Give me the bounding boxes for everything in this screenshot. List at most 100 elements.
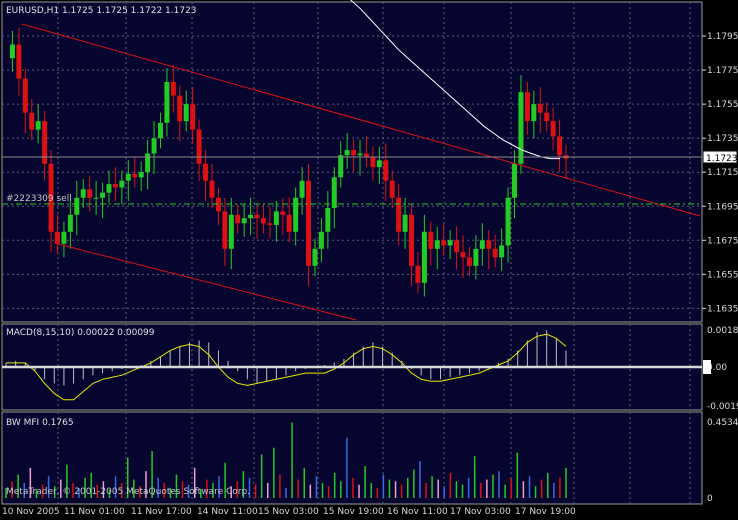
y-tick-label: 1.1735	[707, 134, 738, 144]
candle-body	[396, 197, 402, 232]
candle-body	[203, 163, 209, 181]
candle-body	[537, 104, 543, 113]
candle-body	[93, 197, 99, 199]
candle-body	[550, 121, 556, 137]
candle-body	[344, 150, 350, 156]
y-tick-label: 1.1655	[707, 270, 738, 280]
candle-body	[74, 197, 80, 215]
candle-body	[518, 92, 524, 164]
x-tick-label: 14 Nov 11:00	[197, 507, 258, 516]
candle-body	[54, 231, 60, 244]
candle-body	[183, 104, 189, 122]
macd-y-tick-label: 0.0018	[707, 326, 738, 336]
mfi-y-tick-label: 0.4534	[707, 418, 738, 428]
candle-body	[460, 252, 466, 258]
candle-body	[29, 112, 35, 130]
candle-body	[325, 207, 331, 232]
candle-body	[447, 240, 453, 246]
y-tick-label: 1.1715	[707, 168, 738, 178]
x-tick-label: 11 Nov 17:00	[131, 507, 192, 516]
candle-body	[100, 192, 106, 198]
candle-body	[499, 245, 505, 258]
candle-body	[267, 223, 273, 225]
candle-body	[376, 160, 382, 168]
candle-body	[235, 214, 241, 224]
candle-body	[67, 214, 73, 232]
candle-body	[157, 122, 163, 139]
x-tick-label: 15 Nov 19:00	[323, 507, 384, 516]
candle-body	[338, 155, 344, 178]
y-tick-label: 1.1695	[707, 202, 738, 212]
candle-body	[112, 184, 118, 188]
candle-body	[125, 173, 131, 181]
candle-body	[22, 78, 28, 113]
candle-body	[228, 214, 234, 249]
candle-body	[434, 240, 440, 249]
candle-body	[164, 82, 170, 123]
candle-body	[421, 231, 427, 283]
candle-body	[409, 214, 415, 266]
candle-body	[299, 180, 305, 198]
candle-body	[286, 214, 292, 232]
candle-body	[151, 138, 157, 154]
candle-body	[544, 112, 550, 122]
macd-zero-marker	[703, 360, 711, 374]
candle-body	[145, 153, 151, 173]
chart-canvas[interactable]: 10 Nov 2005 11 Nov 01:00 11 Nov 17:00 14 No…	[0, 0, 738, 517]
candle-body	[402, 214, 408, 232]
y-tick-label: 1.1795	[707, 32, 738, 42]
candle-body	[61, 231, 67, 244]
candle-body	[106, 184, 112, 193]
candle-body	[357, 153, 363, 156]
candle-body	[293, 197, 299, 232]
candle-body	[35, 121, 41, 130]
copyright-text: MetaTrader, © 2001-2005 MetaQuotes Softw…	[6, 487, 250, 497]
candle-body	[473, 248, 479, 266]
candle-body	[531, 104, 537, 122]
y-tick-label: 1.1635	[707, 304, 738, 314]
candle-body	[318, 231, 324, 249]
x-tick-label: 16 Nov 11:00	[387, 507, 448, 516]
candle-body	[177, 95, 183, 122]
candle-body	[16, 44, 22, 79]
candle-body	[9, 44, 15, 59]
candle-body	[280, 211, 286, 215]
candle-body	[389, 180, 395, 198]
y-tick-label: 1.1755	[707, 100, 738, 110]
trading-chart[interactable]: 10 Nov 2005 11 Nov 01:00 11 Nov 17:00 14 No…	[0, 0, 738, 517]
candle-body	[119, 180, 125, 188]
candle-body	[248, 214, 254, 219]
x-tick-label: 10 Nov 2005	[2, 507, 60, 516]
candle-body	[441, 240, 447, 246]
candle-body	[524, 92, 530, 122]
candle-body	[415, 265, 421, 283]
candle-body	[351, 150, 357, 156]
candle-body	[331, 177, 337, 208]
x-tick-label: 15 Nov 03:00	[258, 507, 319, 516]
candle-body	[132, 173, 138, 178]
candle-body	[273, 211, 279, 225]
candle-body	[454, 240, 460, 253]
candle-body	[312, 248, 318, 266]
candle-body	[505, 197, 511, 246]
macd-title: MACD(8,15,10) 0.00022 0.00099	[6, 328, 155, 338]
x-tick-label: 17 Nov 03:00	[450, 507, 511, 516]
candle-body	[428, 231, 434, 249]
candle-body	[370, 156, 376, 168]
price-badge: 1.1723	[706, 154, 738, 164]
candle-body	[87, 189, 93, 198]
candle-body	[306, 180, 312, 266]
candle-body	[215, 197, 221, 212]
candle-body	[170, 82, 176, 96]
candle-body	[241, 218, 247, 224]
candle-body	[492, 248, 498, 258]
candle-body	[80, 189, 86, 198]
y-tick-label: 1.1775	[707, 66, 738, 76]
candle-body	[383, 160, 389, 181]
candle-body	[557, 136, 563, 156]
x-tick-label: 17 Nov 19:00	[515, 507, 576, 516]
mfi-title: BW MFI 0.1765	[6, 418, 74, 428]
candle-body	[196, 129, 202, 164]
candle-body	[222, 211, 228, 249]
candle-body	[466, 257, 472, 266]
